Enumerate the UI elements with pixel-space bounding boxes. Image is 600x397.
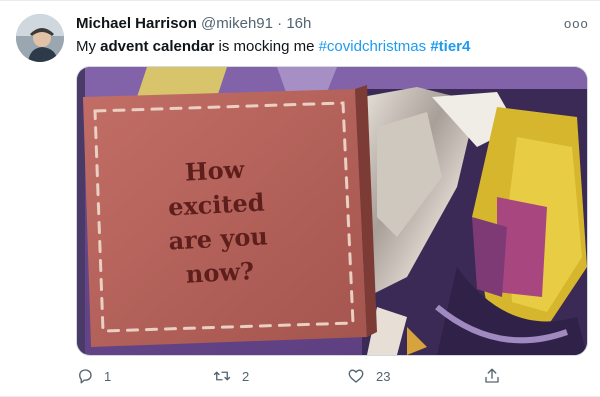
tweet[interactable]: Michael Harrison @mikeh91 · 16h ooo My a… [0, 0, 600, 397]
share-icon [485, 368, 499, 383]
tweet-text-bold: advent calendar [100, 38, 215, 55]
retweet-button[interactable]: 2 [212, 364, 249, 388]
card-line: are you [168, 221, 269, 255]
card-line: excited [167, 188, 265, 222]
share-button[interactable] [483, 364, 501, 388]
avatar[interactable] [16, 14, 64, 62]
divider-top [0, 0, 600, 1]
tweet-actions: 1 2 23 [76, 364, 586, 388]
tweet-image[interactable]: How excited are you now? [76, 66, 588, 356]
like-icon [348, 369, 364, 383]
reply-icon [79, 369, 92, 384]
hashtag-covidchristmas[interactable]: #covidchristmas [319, 38, 427, 55]
hashtag-tier4[interactable]: #tier4 [430, 38, 470, 55]
tweet-text: My advent calendar is mocking me #covidc… [76, 37, 470, 57]
tweet-text-part: My [76, 38, 101, 55]
retweet-icon [213, 371, 231, 381]
header-separator: · [277, 15, 283, 32]
tweet-text-part: is mocking me [214, 38, 319, 55]
author-handle[interactable]: @mikeh91 [201, 15, 273, 32]
reply-count: 1 [104, 368, 112, 384]
reply-button[interactable]: 1 [76, 364, 111, 388]
like-count: 23 [376, 368, 391, 384]
more-icon[interactable]: ooo [564, 14, 588, 34]
avatar-photo-icon [16, 14, 64, 62]
chocolate-foil [362, 87, 587, 355]
timestamp[interactable]: 16h [286, 15, 311, 32]
advent-calendar-photo: How excited are you now? [77, 67, 587, 355]
author-name[interactable]: Michael Harrison [76, 15, 197, 32]
card-line: How [184, 154, 246, 186]
retweet-count: 2 [242, 368, 250, 384]
like-button[interactable]: 23 [346, 364, 390, 388]
tweet-header: Michael Harrison @mikeh91 · 16h [76, 14, 311, 34]
card-line: now? [185, 256, 255, 289]
